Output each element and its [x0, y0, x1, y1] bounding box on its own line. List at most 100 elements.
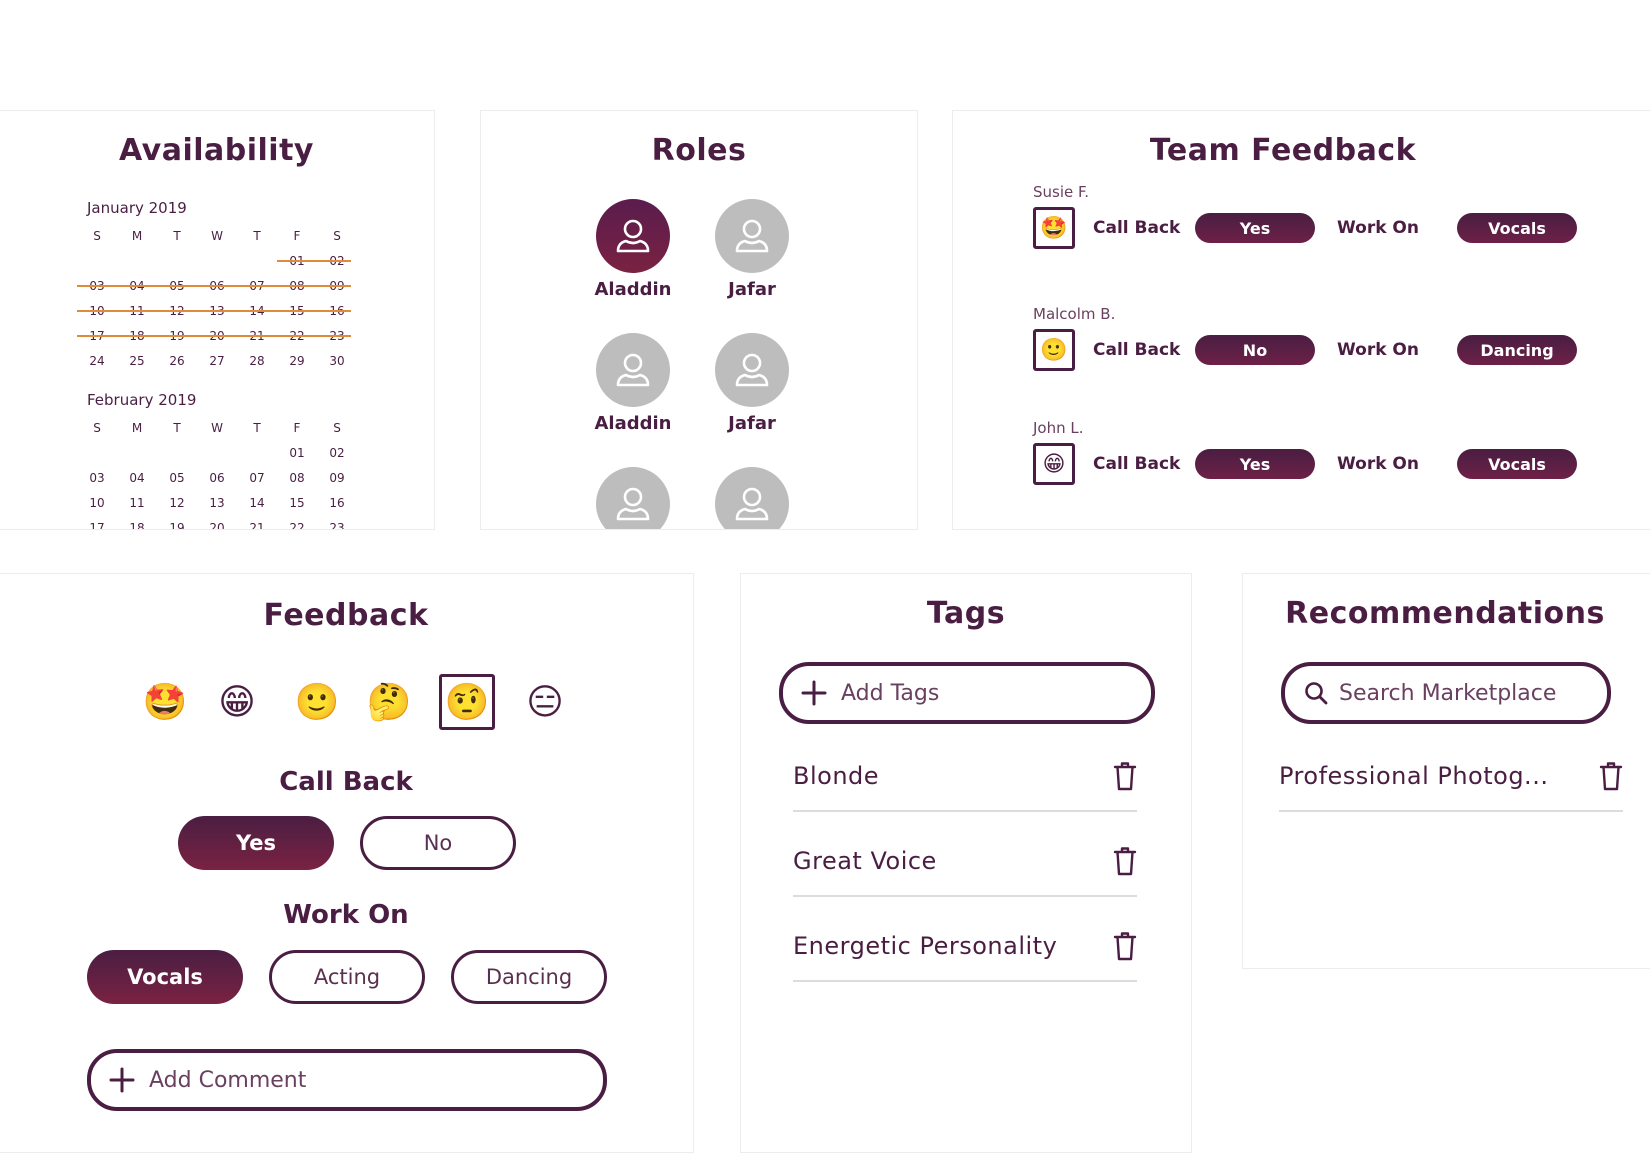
rating-emoji-icon[interactable]: 🤔	[361, 674, 417, 730]
callback-title: Call Back	[279, 767, 413, 797]
calendar-day[interactable]: 25	[117, 354, 157, 368]
person-icon	[616, 487, 650, 521]
rating-emoji-icon[interactable]: 🤩	[137, 674, 193, 730]
plus-icon	[109, 1067, 135, 1093]
calendar-day[interactable]: 21	[237, 521, 277, 530]
rating-emoji-icon[interactable]: 😑	[517, 674, 573, 730]
team-feedback-title: Team Feedback	[1149, 133, 1417, 168]
calendar-day[interactable]: 07	[237, 471, 277, 485]
calendar-day[interactable]: 15	[277, 496, 317, 510]
weekday-label: S	[333, 420, 341, 435]
weekday-label: T	[253, 420, 261, 435]
team-member-name: Malcolm B.	[1033, 305, 1116, 323]
calendar-day[interactable]: 01	[277, 446, 317, 460]
plus-icon	[801, 680, 827, 706]
delete-tag-icon[interactable]	[1113, 761, 1137, 791]
weekday-label: T	[253, 228, 261, 243]
workon-value-badge: Vocals	[1457, 449, 1577, 479]
unavailable-strike	[77, 285, 351, 287]
weekday-label: W	[211, 420, 223, 435]
role-name: Aladdin	[594, 279, 672, 300]
add-comment-input[interactable]: Add Comment	[87, 1049, 607, 1111]
calendar-day[interactable]: 16	[317, 496, 357, 510]
calendar-day[interactable]: 27	[197, 354, 237, 368]
calendar-day[interactable]: 11	[117, 496, 157, 510]
role-item[interactable]	[692, 467, 812, 529]
calendar-week: 17 18 19 20 21 22 23	[77, 515, 357, 530]
reaction-emoji-icon: 🤩	[1033, 207, 1075, 249]
feedback-card: Feedback 🤩 😁 🙂 🤔 🤨 😑 Call Back Yes No Work On …	[0, 573, 694, 1153]
team-feedback-row: 😁 Call Back Yes Work On Vocals	[1033, 443, 1577, 485]
rating-emoji-icon[interactable]: 😁	[209, 674, 265, 730]
tag-item: Energetic Personality	[793, 912, 1137, 982]
calendar-week: 10 11 12 13 14 15 16	[77, 298, 357, 323]
role-item[interactable]: Jafar	[692, 199, 812, 300]
person-icon	[616, 353, 650, 387]
rating-emoji-icon[interactable]: 🤨	[439, 674, 495, 730]
availability-title: Availability	[119, 133, 314, 168]
workon-option-button[interactable]: Dancing	[451, 950, 607, 1004]
delete-tag-icon[interactable]	[1113, 931, 1137, 961]
month-label-february: February 2019	[87, 391, 197, 409]
workon-option-button[interactable]: Vocals	[87, 950, 243, 1004]
search-marketplace-input[interactable]: Search Marketplace	[1281, 662, 1611, 724]
team-feedback-row: 🤩 Call Back Yes Work On Vocals	[1033, 207, 1577, 249]
role-avatar	[715, 467, 789, 529]
calendar-day[interactable]: 30	[317, 354, 357, 368]
weekday-label: M	[131, 420, 143, 435]
calendar-week: 03 04 05 06 07 08 09	[77, 465, 357, 490]
weekday-label: F	[293, 420, 301, 435]
role-item[interactable]: Jafar	[692, 333, 812, 434]
unavailable-strike	[77, 310, 351, 312]
weekday-header: SMTWTFS	[77, 415, 357, 440]
callback-option-button[interactable]: Yes	[178, 816, 334, 870]
calendar-day[interactable]: 14	[237, 496, 277, 510]
calendar-day[interactable]: 03	[77, 471, 117, 485]
delete-recommendation-icon[interactable]	[1599, 761, 1623, 791]
rating-emoji-icon[interactable]: 🙂	[289, 674, 345, 730]
calendar-day[interactable]: 04	[117, 471, 157, 485]
calendar-day[interactable]: 09	[317, 471, 357, 485]
role-item[interactable]: Aladdin	[573, 333, 693, 434]
callback-value-badge: Yes	[1195, 449, 1315, 479]
calendar-day[interactable]: 22	[277, 521, 317, 530]
tags-card: Tags Add Tags Blonde Great Voice Energetic…	[740, 573, 1192, 1153]
tag-label: Blonde	[793, 762, 880, 790]
calendar-day[interactable]: 26	[157, 354, 197, 368]
role-item[interactable]: Aladdin	[573, 199, 693, 300]
calendar-day[interactable]: 06	[197, 471, 237, 485]
calendar-day[interactable]: 18	[117, 521, 157, 530]
tags-title: Tags	[926, 596, 1006, 631]
calendar-february: S M T W T F S 01 02 03 04 05 06 07 08 09 10 11 12 13 14 15 16 1…	[77, 415, 357, 530]
calendar-week: 10 11 12 13 14 15 16	[77, 490, 357, 515]
recommendations-title: Recommendations	[1285, 596, 1605, 631]
calendar-day[interactable]: 10	[77, 496, 117, 510]
calendar-week: 24 25 26 27 28 29 30	[77, 348, 357, 373]
weekday-label: F	[293, 228, 301, 243]
calendar-day[interactable]: 05	[157, 471, 197, 485]
calendar-day[interactable]: 12	[157, 496, 197, 510]
calendar-day[interactable]: 19	[157, 521, 197, 530]
role-name: Aladdin	[594, 413, 672, 434]
calendar-day[interactable]: 02	[317, 446, 357, 460]
add-tags-input[interactable]: Add Tags	[779, 662, 1155, 724]
callback-label: Call Back	[1093, 340, 1181, 360]
calendar-day[interactable]: 08	[277, 471, 317, 485]
calendar-day[interactable]: 24	[77, 354, 117, 368]
unavailable-strike	[277, 260, 351, 262]
calendar-day[interactable]: 28	[237, 354, 277, 368]
role-avatar	[715, 199, 789, 273]
workon-option-button[interactable]: Acting	[269, 950, 425, 1004]
role-item[interactable]	[573, 467, 693, 529]
calendar-day[interactable]: 23	[317, 521, 357, 530]
feedback-title: Feedback	[263, 598, 429, 633]
weekday-label: W	[211, 228, 223, 243]
delete-tag-icon[interactable]	[1113, 846, 1137, 876]
calendar-day[interactable]: 17	[77, 521, 117, 530]
recommendation-label: Professional Photog...	[1279, 762, 1549, 790]
calendar-day[interactable]: 29	[277, 354, 317, 368]
role-avatar	[596, 199, 670, 273]
calendar-day[interactable]: 13	[197, 496, 237, 510]
callback-option-button[interactable]: No	[360, 816, 516, 870]
calendar-day[interactable]: 20	[197, 521, 237, 530]
